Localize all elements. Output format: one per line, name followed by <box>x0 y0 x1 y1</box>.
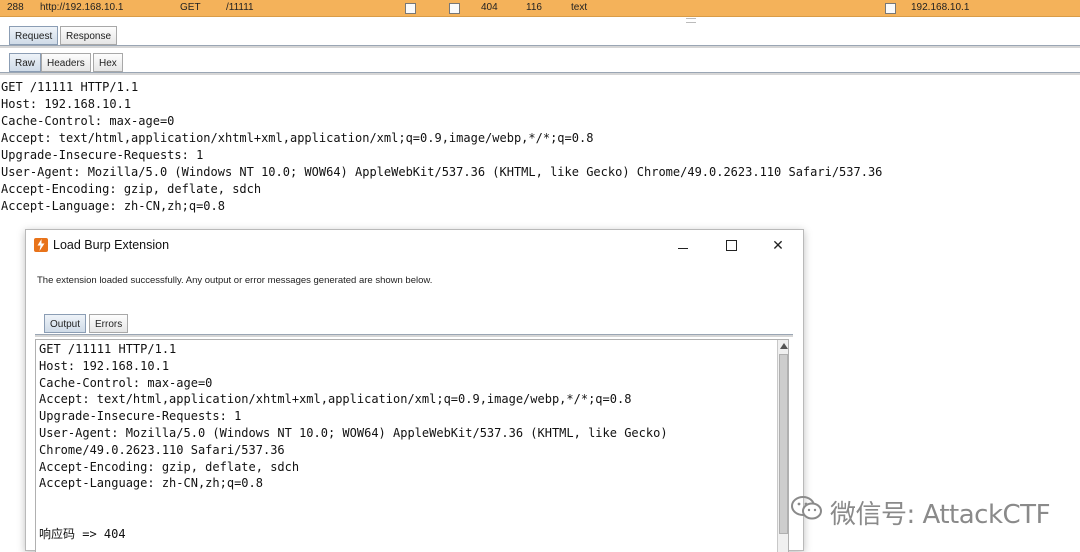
history-status: 404 <box>481 2 498 13</box>
split-pane-grip[interactable] <box>686 18 696 23</box>
tab-divider <box>0 45 1080 48</box>
output-line: Chrome/49.0.2623.110 Safari/537.36 <box>39 442 285 457</box>
wechat-icon <box>790 495 824 521</box>
tab-divider <box>0 72 1080 75</box>
tab-divider <box>35 334 793 337</box>
tab-headers[interactable]: Headers <box>41 53 91 72</box>
dialog-title: Load Burp Extension <box>53 238 170 252</box>
history-mime: text <box>571 2 588 13</box>
request-line: Accept-Language: zh-CN,zh;q=0.8 <box>1 199 225 213</box>
view-tabs: Raw Headers Hex <box>0 53 1080 73</box>
request-line: Upgrade-Insecure-Requests: 1 <box>1 148 204 162</box>
tab-hex[interactable]: Hex <box>93 53 123 72</box>
load-extension-dialog: Load Burp Extension ✕ The extension load… <box>25 229 804 552</box>
edited-checkbox[interactable] <box>449 3 460 14</box>
request-line: User-Agent: Mozilla/5.0 (Windows NT 10.0… <box>1 165 883 179</box>
history-ip: 192.168.10.1 <box>911 2 970 13</box>
raw-request-editor[interactable]: GET /11111 HTTP/1.1 Host: 192.168.10.1 C… <box>1 79 1071 215</box>
maximize-button[interactable] <box>718 234 744 256</box>
tab-raw[interactable]: Raw <box>9 53 42 72</box>
tab-response[interactable]: Response <box>60 26 118 45</box>
close-button[interactable]: ✕ <box>765 234 791 256</box>
burp-logo-icon <box>34 238 48 252</box>
tab-request[interactable]: Request <box>9 26 59 45</box>
history-method: GET <box>180 2 201 13</box>
history-host: http://192.168.10.1 <box>40 2 124 13</box>
request-line: Cache-Control: max-age=0 <box>1 114 175 128</box>
dialog-titlebar[interactable]: Load Burp Extension ✕ <box>26 230 803 262</box>
scroll-up-arrow-icon[interactable] <box>780 343 788 349</box>
request-line: Accept-Encoding: gzip, deflate, sdch <box>1 182 262 196</box>
maximize-icon <box>726 240 737 251</box>
tab-output[interactable]: Output <box>44 314 87 333</box>
scroll-thumb[interactable] <box>779 354 788 534</box>
ssl-checkbox[interactable] <box>885 3 896 14</box>
dialog-info-text: The extension loaded successfully. Any o… <box>37 275 433 286</box>
tab-errors[interactable]: Errors <box>89 314 129 333</box>
output-scrollbar[interactable] <box>777 340 788 552</box>
output-line: Cache-Control: max-age=0 <box>39 375 213 390</box>
history-length: 116 <box>526 2 542 13</box>
history-row-selected[interactable]: 288 http://192.168.10.1 GET /11111 404 1… <box>0 0 1080 17</box>
output-textarea[interactable]: GET /11111 HTTP/1.1 Host: 192.168.10.1 C… <box>35 339 789 552</box>
output-line: GET /11111 HTTP/1.1 <box>39 342 177 356</box>
output-line: User-Agent: Mozilla/5.0 (Windows NT 10.0… <box>39 425 668 440</box>
output-line: Accept: text/html,application/xhtml+xml,… <box>39 392 632 407</box>
history-url: /11111 <box>226 2 254 13</box>
request-line: Host: 192.168.10.1 <box>1 97 132 111</box>
output-line: 响应码 => 404 <box>39 526 126 541</box>
output-tabs: Output Errors <box>44 314 804 334</box>
minimize-icon <box>678 248 688 249</box>
watermark-text: 微信号: AttackCTF <box>830 500 1051 530</box>
output-line: Upgrade-Insecure-Requests: 1 <box>39 409 242 424</box>
output-line: Host: 192.168.10.1 <box>39 358 170 373</box>
minimize-button[interactable] <box>669 234 695 256</box>
history-number: 288 <box>7 2 24 13</box>
output-line: Accept-Encoding: gzip, deflate, sdch <box>39 459 300 474</box>
params-checkbox[interactable] <box>405 3 416 14</box>
message-tabs: Request Response <box>0 26 1080 46</box>
output-line: Accept-Language: zh-CN,zh;q=0.8 <box>39 476 263 491</box>
request-line: GET /11111 HTTP/1.1 <box>1 80 139 94</box>
request-line: Accept: text/html,application/xhtml+xml,… <box>1 131 594 145</box>
close-icon: ✕ <box>772 237 784 253</box>
